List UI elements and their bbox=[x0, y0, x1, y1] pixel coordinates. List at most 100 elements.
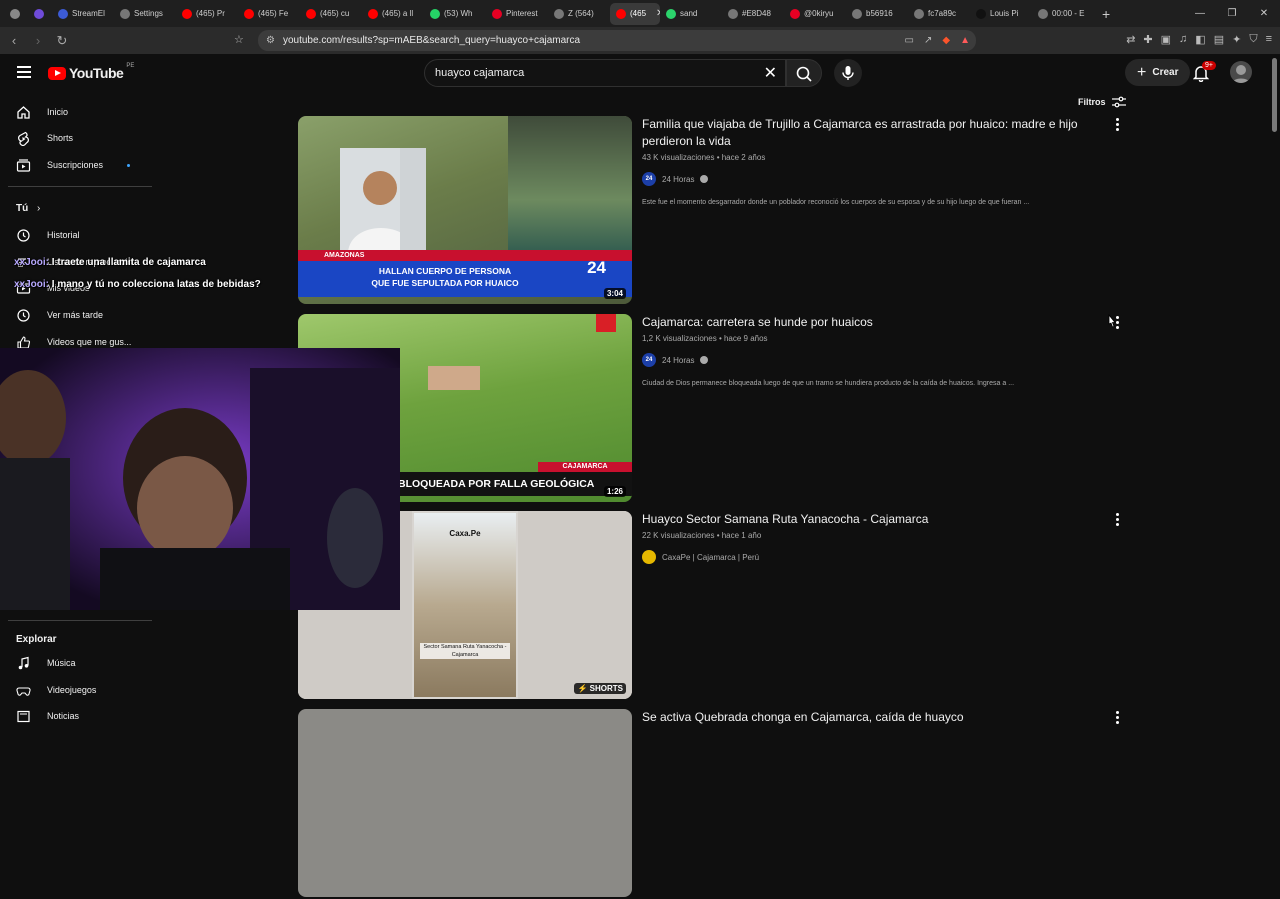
browser-tab[interactable]: (465✕ bbox=[610, 2, 660, 25]
sidebar-item-news[interactable]: Noticias bbox=[0, 703, 160, 729]
video-result[interactable]: AMAZONAS HALLAN CUERPO DE PERSONA QUE FU… bbox=[298, 116, 1128, 306]
vpn-icon[interactable]: ⛉ bbox=[1249, 33, 1257, 46]
sidebar-item-subscriptions[interactable]: Suscripciones bbox=[0, 152, 160, 178]
create-button[interactable]: + Crear bbox=[1125, 59, 1191, 86]
browser-tab[interactable]: (465) a ll bbox=[362, 3, 424, 25]
tab-label: fc7a89c bbox=[928, 9, 957, 18]
channel-row[interactable]: 24 24 Horas bbox=[642, 353, 1102, 367]
video-result[interactable]: Caxa.Pe Sector Samana Ruta Yanacocha - C… bbox=[298, 511, 1128, 701]
media-icon[interactable]: ♫ bbox=[1179, 33, 1187, 46]
browser-tab[interactable]: fc7a89c bbox=[908, 3, 970, 25]
bookmark-icon[interactable]: ☆ bbox=[234, 33, 244, 46]
channel-avatar[interactable]: 24 bbox=[642, 353, 656, 367]
url-text: youtube.com/results?sp=mAEB&search_query… bbox=[282, 35, 581, 46]
sidebar-item-shorts[interactable]: Shorts bbox=[0, 125, 160, 151]
sidebar-item-home[interactable]: Inicio bbox=[0, 99, 160, 125]
screenshot-icon[interactable]: ▣ bbox=[1161, 33, 1171, 46]
browser-tab[interactable]: #E8D48 bbox=[722, 3, 784, 25]
hamburger-menu-icon[interactable] bbox=[17, 66, 31, 78]
restore-icon[interactable]: ❐ bbox=[1216, 8, 1248, 19]
video-title[interactable]: Se activa Quebrada chonga en Cajamarca, … bbox=[642, 709, 1102, 726]
channel-avatar[interactable]: 24 bbox=[642, 172, 656, 186]
webcam-overlay bbox=[0, 348, 400, 610]
sidebar-item-gaming[interactable]: Videojuegos bbox=[0, 677, 160, 703]
browser-tab[interactable]: 00:00 - E bbox=[1032, 3, 1094, 25]
tab-label: @0kiryu bbox=[804, 9, 834, 18]
brave-shield-icon[interactable]: ◆ bbox=[942, 35, 950, 46]
video-thumbnail[interactable]: AMAZONAS HALLAN CUERPO DE PERSONA QUE FU… bbox=[298, 116, 632, 304]
tab-label: #E8D48 bbox=[742, 9, 771, 18]
search-input[interactable]: huayco cajamarca ✕ bbox=[424, 59, 786, 87]
sidebar-divider bbox=[8, 620, 152, 621]
share-icon[interactable]: ↗ bbox=[924, 35, 932, 46]
browser-tab[interactable]: Louis Pi bbox=[970, 3, 1032, 25]
sidebar-item-music[interactable]: Música bbox=[0, 650, 160, 676]
view-count: 1,2 K visualizaciones bbox=[642, 334, 717, 343]
install-icon[interactable]: ▭ bbox=[905, 35, 914, 46]
tab-label: Z (564) bbox=[568, 9, 594, 18]
view-count: 22 K visualizaciones bbox=[642, 531, 715, 540]
clear-search-icon[interactable]: ✕ bbox=[764, 63, 777, 83]
page-scrollbar-thumb[interactable] bbox=[1272, 58, 1277, 132]
browser-tab[interactable]: Pinterest bbox=[486, 3, 548, 25]
site-info-icon[interactable]: ⚙ bbox=[266, 35, 275, 46]
video-title[interactable]: Familia que viajaba de Trujillo a Cajama… bbox=[642, 116, 1102, 150]
close-window-icon[interactable]: ✕ bbox=[1248, 8, 1280, 19]
channel-name[interactable]: 24 Horas bbox=[662, 175, 694, 184]
channel-name[interactable]: 24 Horas bbox=[662, 356, 694, 365]
more-actions-icon[interactable] bbox=[1116, 513, 1120, 528]
rewards-icon[interactable]: ▲ bbox=[960, 35, 970, 46]
browser-tab[interactable]: Z (564) bbox=[548, 3, 610, 25]
browser-tab[interactable]: StreamEl bbox=[52, 3, 114, 25]
minimize-icon[interactable]: — bbox=[1184, 8, 1216, 19]
tab-label: (465) cu bbox=[320, 9, 350, 18]
back-icon[interactable]: ‹ bbox=[4, 33, 24, 48]
video-thumbnail[interactable] bbox=[298, 709, 632, 897]
mouse-cursor-icon bbox=[1108, 314, 1116, 328]
browser-tab[interactable] bbox=[4, 3, 28, 25]
sidebar-toggle-icon[interactable]: ◧ bbox=[1195, 33, 1205, 46]
you-section-title[interactable]: Tú › bbox=[16, 203, 40, 214]
forward-icon[interactable]: › bbox=[28, 33, 48, 48]
browser-tab[interactable]: b56916 bbox=[846, 3, 908, 25]
menu-icon[interactable]: ≡ bbox=[1266, 33, 1272, 46]
sidebar-item-label: Inicio bbox=[47, 107, 69, 117]
video-result[interactable]: CAJAMARCA BLOQUEADA POR FALLA GEOLÓGICA … bbox=[298, 314, 1128, 504]
youtube-logo[interactable]: YouTube PE bbox=[48, 63, 134, 81]
voice-search-button[interactable] bbox=[834, 59, 862, 87]
leo-icon[interactable]: ✦ bbox=[1232, 33, 1241, 46]
wallet-icon[interactable]: ▤ bbox=[1214, 33, 1224, 46]
browser-tab[interactable]: @0kiryu bbox=[784, 3, 846, 25]
new-tab-button[interactable]: + bbox=[1094, 6, 1118, 22]
browser-tab[interactable]: (465) Pr bbox=[176, 3, 238, 25]
channel-row[interactable]: CaxaPe | Cajamarca | Perú bbox=[642, 550, 1102, 564]
extensions-area: ⇄ ✚ ▣ ♫ ◧ ▤ ✦ ⛉ ≡ bbox=[1126, 33, 1272, 46]
video-result[interactable]: Se activa Quebrada chonga en Cajamarca, … bbox=[298, 709, 1128, 899]
browser-tab[interactable]: Settings bbox=[114, 3, 176, 25]
browser-tab[interactable]: sand bbox=[660, 3, 722, 25]
browser-tab[interactable]: (53) Wh bbox=[424, 3, 486, 25]
account-avatar[interactable] bbox=[1230, 61, 1252, 83]
video-age: hace 2 años bbox=[721, 153, 766, 162]
browser-tab[interactable]: (465) Fe bbox=[238, 3, 300, 25]
reload-icon[interactable]: ↻ bbox=[52, 33, 72, 49]
more-actions-icon[interactable] bbox=[1116, 118, 1120, 133]
browser-tab[interactable]: (465) cu bbox=[300, 3, 362, 25]
sidebar-item-watch-later[interactable]: Ver más tarde bbox=[0, 302, 160, 328]
banner-tag: CAJAMARCA bbox=[538, 462, 632, 472]
channel-row[interactable]: 24 24 Horas bbox=[642, 172, 1102, 186]
channel-name[interactable]: CaxaPe | Cajamarca | Perú bbox=[662, 553, 759, 562]
filters-button[interactable]: Filtros bbox=[1078, 96, 1126, 108]
search-button[interactable] bbox=[786, 59, 822, 87]
channel-avatar[interactable] bbox=[642, 550, 656, 564]
video-title[interactable]: Huayco Sector Samana Ruta Yanacocha - Ca… bbox=[642, 511, 1102, 528]
video-title[interactable]: Cajamarca: carretera se hunde por huaico… bbox=[642, 314, 1102, 331]
sidebar-item-history[interactable]: Historial bbox=[0, 222, 160, 248]
url-field[interactable]: ⚙ youtube.com/results?sp=mAEB&search_que… bbox=[258, 30, 976, 51]
you-title-text: Tú bbox=[16, 203, 29, 214]
banner-line: QUE FUE SEPULTADA POR HUAICO bbox=[371, 278, 519, 288]
browser-tab[interactable] bbox=[28, 3, 52, 25]
translate-icon[interactable]: ⇄ bbox=[1126, 33, 1135, 46]
extensions-icon[interactable]: ✚ bbox=[1143, 33, 1152, 46]
more-actions-icon[interactable] bbox=[1116, 711, 1120, 726]
